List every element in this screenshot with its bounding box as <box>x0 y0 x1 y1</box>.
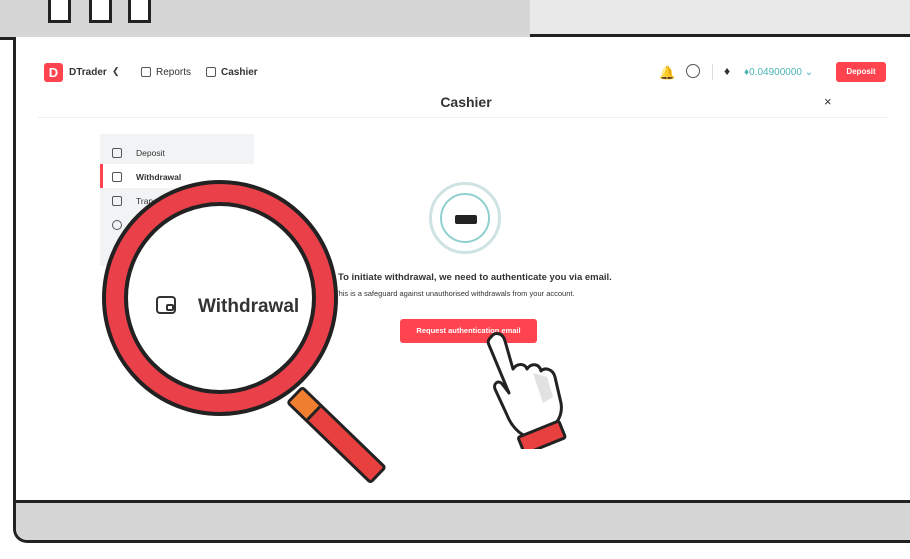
envelope-icon <box>455 215 477 224</box>
nav-reports[interactable]: Reports <box>156 67 191 78</box>
top-header: D DTrader ❮ Reports Cashier 🔔 ♦ ♦0.04900… <box>16 61 910 85</box>
account-icon[interactable] <box>686 64 700 78</box>
withdrawal-submessage: This is a safeguard against unauthorised… <box>334 289 575 298</box>
email-illustration <box>429 182 501 254</box>
close-icon[interactable]: × <box>824 94 832 109</box>
hand-pointer-icon <box>486 332 567 449</box>
sidebar-item-label: Deposit <box>136 148 165 158</box>
magnifier-handle <box>285 385 388 485</box>
magnified-label: Withdrawal <box>198 296 300 317</box>
eth-icon: ♦ <box>724 64 731 78</box>
window-titlebar <box>0 0 533 40</box>
app-window: D DTrader ❮ Reports Cashier 🔔 ♦ ♦0.04900… <box>13 37 910 543</box>
window-titlebar-right <box>530 0 910 37</box>
cashier-icon <box>206 67 216 77</box>
balance-value: 0.04900000 <box>749 67 802 78</box>
account-balance[interactable]: ♦0.04900000 ⌄ <box>744 67 813 78</box>
title-divider <box>38 117 888 118</box>
withdrawal-icon <box>112 172 122 182</box>
magnifier-handle-band <box>289 389 322 421</box>
dtrader-logo-icon[interactable]: D <box>44 63 63 82</box>
nav-cashier[interactable]: Cashier <box>221 67 258 78</box>
transfer-icon <box>112 196 122 206</box>
magnifier-glass: Withdrawal <box>124 202 316 394</box>
window-control-button[interactable] <box>128 0 151 23</box>
window-footer <box>16 500 910 540</box>
email-illustration-ring <box>440 193 490 243</box>
sidebar-item-deposit[interactable]: Deposit <box>100 140 254 164</box>
bell-icon[interactable]: 🔔 <box>659 65 675 81</box>
page-title: Cashier <box>440 94 492 110</box>
window-control-button[interactable] <box>89 0 112 23</box>
chevron-down-icon[interactable]: ❮ <box>112 66 120 77</box>
sidebar-item-label: Withdrawal <box>136 172 182 182</box>
header-separator <box>712 64 713 80</box>
magnifier-icon: Withdrawal <box>102 180 338 416</box>
deposit-button[interactable]: Deposit <box>836 62 886 82</box>
app-name[interactable]: DTrader <box>69 67 107 78</box>
withdrawal-message: To initiate withdrawal, we need to authe… <box>338 272 612 283</box>
payment-agent-icon <box>112 220 122 230</box>
reports-icon <box>141 67 151 77</box>
withdrawal-icon-large <box>156 296 176 314</box>
deposit-icon <box>112 148 122 158</box>
window-control-button[interactable] <box>48 0 71 23</box>
withdrawal-icon-detail <box>166 304 174 311</box>
